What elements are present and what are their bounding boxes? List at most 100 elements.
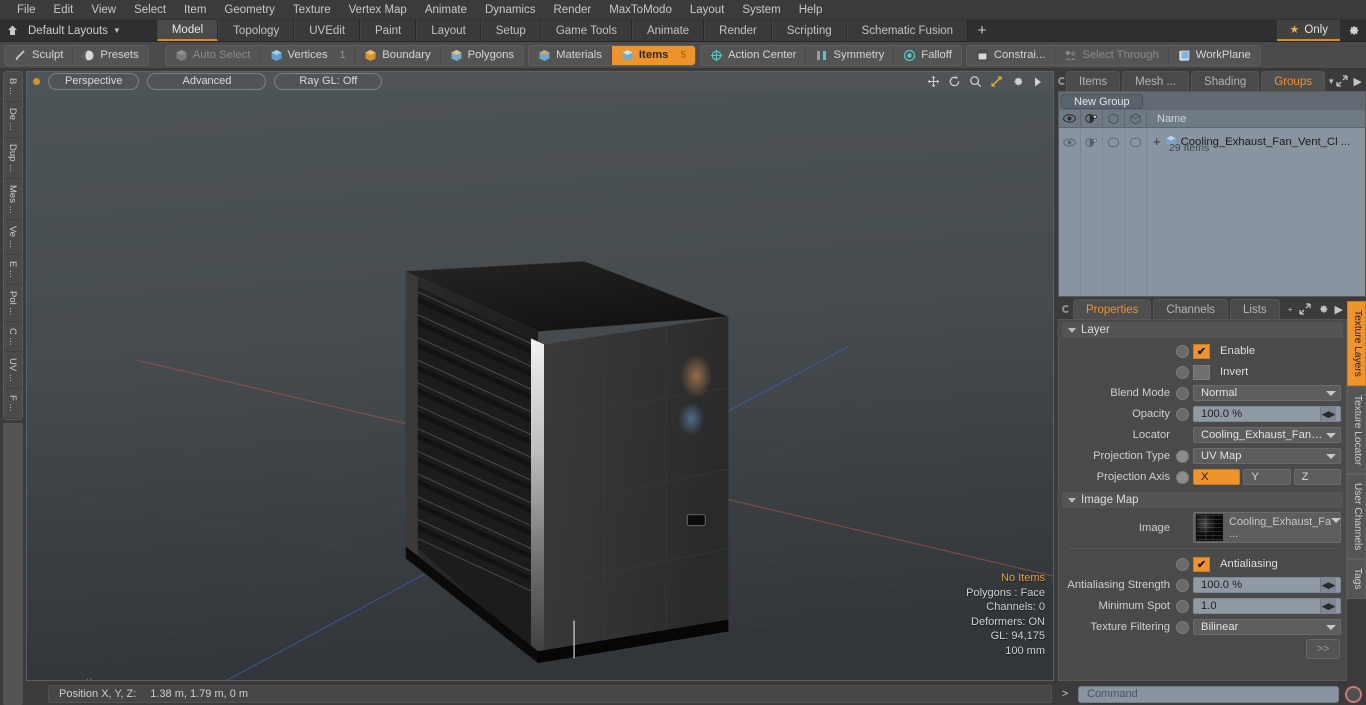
tab-setup[interactable]: Setup: [480, 20, 541, 41]
menu-item-render[interactable]: Render: [544, 0, 600, 20]
vtab-user-channels[interactable]: User Channels: [1347, 474, 1366, 560]
locator-dropdown[interactable]: Cooling_Exhaust_Fan_ior (Im ...: [1193, 427, 1341, 443]
play-icon[interactable]: [1031, 75, 1045, 89]
minimum-spot-knob[interactable]: [1176, 599, 1189, 613]
record-icon[interactable]: [1345, 685, 1362, 703]
texture-filtering-dropdown[interactable]: Bilinear: [1193, 619, 1341, 635]
panel-menu-icon[interactable]: [1058, 71, 1066, 91]
sculpt-button[interactable]: Sculpt: [5, 45, 74, 65]
menu-item-help[interactable]: Help: [790, 0, 832, 20]
viewport-raygl-selector[interactable]: Ray GL: Off: [274, 73, 383, 90]
menu-item-layout[interactable]: Layout: [681, 0, 734, 20]
vtab-texture-locator[interactable]: Texture Locator: [1347, 385, 1366, 475]
menu-item-vertex-map[interactable]: Vertex Map: [340, 0, 416, 20]
menu-item-system[interactable]: System: [733, 0, 789, 20]
auto-select-button[interactable]: Auto Select: [166, 45, 261, 65]
antialiasing-knob[interactable]: [1176, 557, 1189, 571]
left-tab-fusion[interactable]: F ...: [4, 389, 21, 419]
tab-lists[interactable]: Lists: [1230, 299, 1280, 319]
add-tab-button[interactable]: +: [968, 20, 997, 41]
boundary-button[interactable]: Boundary: [355, 45, 441, 65]
invert-knob[interactable]: [1176, 365, 1189, 379]
eye-icon[interactable]: [1059, 110, 1081, 127]
blend-mode-dropdown[interactable]: Normal: [1193, 385, 1341, 401]
command-input[interactable]: Command: [1078, 685, 1339, 703]
left-tab-mesh-edit[interactable]: Mes ...: [4, 178, 21, 221]
projection-axis-y[interactable]: Y: [1243, 469, 1291, 485]
menu-item-select[interactable]: Select: [125, 0, 175, 20]
gear-icon[interactable]: [1340, 20, 1366, 41]
projection-axis-z[interactable]: Z: [1293, 469, 1341, 485]
action-center-button[interactable]: Action Center: [701, 45, 807, 65]
vtab-texture-layers[interactable]: Texture Layers: [1347, 301, 1366, 386]
home-icon[interactable]: [0, 20, 24, 41]
opacity-knob[interactable]: [1176, 407, 1189, 421]
lock-icon[interactable]: [1103, 110, 1125, 127]
aa-strength-input[interactable]: 100.0 % ◀▶: [1193, 577, 1341, 593]
minimum-spot-input[interactable]: 1.0 ◀▶: [1193, 598, 1341, 614]
menu-item-geometry[interactable]: Geometry: [215, 0, 284, 20]
viewport-shading-selector[interactable]: Advanced: [147, 73, 267, 90]
menu-item-file[interactable]: File: [8, 0, 45, 20]
projection-type-knob[interactable]: [1176, 449, 1189, 463]
aa-strength-knob[interactable]: [1176, 578, 1189, 592]
gear-icon[interactable]: [1010, 75, 1024, 89]
row-lock-toggle[interactable]: [1103, 128, 1125, 156]
items-button[interactable]: Items 5: [611, 45, 695, 65]
left-tab-curve[interactable]: C ...: [4, 321, 21, 353]
left-tab-uv[interactable]: UV ...: [4, 352, 21, 390]
left-tab-vertex[interactable]: Ve ...: [4, 220, 21, 255]
select-through-button[interactable]: Select Through: [1055, 45, 1169, 65]
add-properties-tab[interactable]: +: [1282, 299, 1299, 319]
move-icon[interactable]: [926, 75, 940, 89]
tab-groups[interactable]: Groups: [1261, 71, 1325, 91]
section-layer[interactable]: Layer: [1062, 322, 1343, 338]
default-layouts-dropdown[interactable]: Default Layouts ▼: [24, 20, 131, 41]
expand-icon[interactable]: [1298, 303, 1311, 315]
tab-animate[interactable]: Animate: [631, 20, 705, 41]
opacity-input[interactable]: 100.0 % ◀▶: [1193, 406, 1341, 422]
falloff-button[interactable]: Falloff: [894, 46, 961, 65]
more-options-button[interactable]: >>: [1306, 639, 1340, 659]
projection-type-dropdown[interactable]: UV Map: [1193, 448, 1341, 464]
groups-list-body[interactable]: + Cooling_Exhaust_Fan_Vent_Cl ... 29 Ite…: [1059, 128, 1365, 296]
select-icon[interactable]: [1125, 110, 1147, 127]
render-icon[interactable]: [1081, 110, 1103, 127]
opacity-stepper[interactable]: ◀▶: [1320, 407, 1336, 421]
left-tab-edge[interactable]: E ...: [4, 254, 21, 285]
tab-mesh[interactable]: Mesh ...: [1122, 71, 1190, 91]
materials-button[interactable]: Materials: [529, 45, 612, 65]
fit-icon[interactable]: [989, 75, 1003, 89]
expand-icon[interactable]: [1335, 75, 1348, 87]
properties-menu-icon[interactable]: [1058, 299, 1073, 319]
menu-item-dynamics[interactable]: Dynamics: [476, 0, 544, 20]
tab-model[interactable]: Model: [156, 20, 219, 41]
chevron-right-icon[interactable]: ▶: [1354, 75, 1362, 88]
viewport-3d[interactable]: Y X Z No Items Polygons : Face Channels:…: [26, 91, 1054, 681]
projection-axis-x[interactable]: X: [1193, 469, 1241, 485]
blend-mode-knob[interactable]: [1176, 386, 1189, 400]
polygons-button[interactable]: Polygons: [441, 46, 523, 65]
row-render-icon[interactable]: [1081, 128, 1103, 156]
chevron-right-icon[interactable]: ▶: [1335, 303, 1343, 316]
tab-layout[interactable]: Layout: [416, 20, 481, 41]
tab-items[interactable]: Items: [1066, 71, 1121, 91]
menu-item-maxtomodo[interactable]: MaxToModo: [600, 0, 681, 20]
minimum-spot-stepper[interactable]: ◀▶: [1320, 599, 1336, 613]
menu-item-animate[interactable]: Animate: [416, 0, 476, 20]
expand-toggle[interactable]: +: [1153, 135, 1161, 148]
row-select-toggle[interactable]: [1125, 128, 1147, 156]
enable-checkbox[interactable]: ✔: [1193, 343, 1210, 359]
row-eye-icon[interactable]: [1059, 128, 1081, 156]
tab-schematic-fusion[interactable]: Schematic Fusion: [846, 20, 969, 41]
left-tab-polygon[interactable]: Pol ...: [4, 284, 21, 322]
rotate-icon[interactable]: [947, 75, 961, 89]
tab-shading[interactable]: Shading: [1191, 71, 1260, 91]
menu-item-item[interactable]: Item: [175, 0, 215, 20]
texture-filtering-knob[interactable]: [1176, 620, 1189, 634]
tab-scripting[interactable]: Scripting: [771, 20, 847, 41]
invert-checkbox[interactable]: [1193, 364, 1210, 380]
new-group-button[interactable]: New Group: [1061, 93, 1143, 109]
magnify-icon[interactable]: [968, 75, 982, 89]
gear-icon[interactable]: [1317, 303, 1329, 315]
